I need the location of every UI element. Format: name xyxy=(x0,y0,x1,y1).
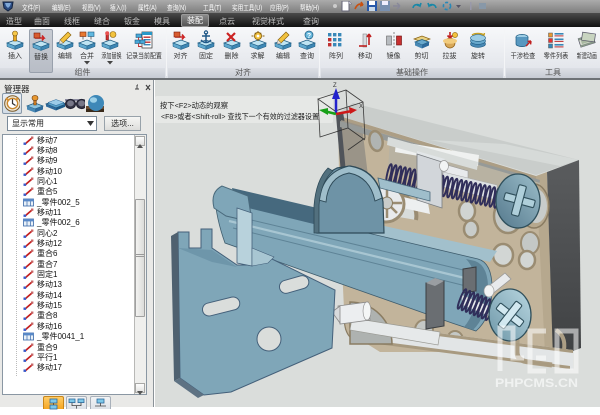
svg-text:Z: Z xyxy=(333,83,337,89)
svg-text:按下<F2>动态的观察: 按下<F2>动态的观察 xyxy=(160,100,228,110)
svg-text:<F8>或者<Shift-roll> 查找下一个有效的过滤器: <F8>或者<Shift-roll> 查找下一个有效的过滤器设置 xyxy=(161,111,319,121)
svg-text:PHPCMS.CN: PHPCMS.CN xyxy=(495,378,578,390)
svg-text:?: ? xyxy=(307,33,311,40)
svg-text:X: X xyxy=(359,104,363,110)
